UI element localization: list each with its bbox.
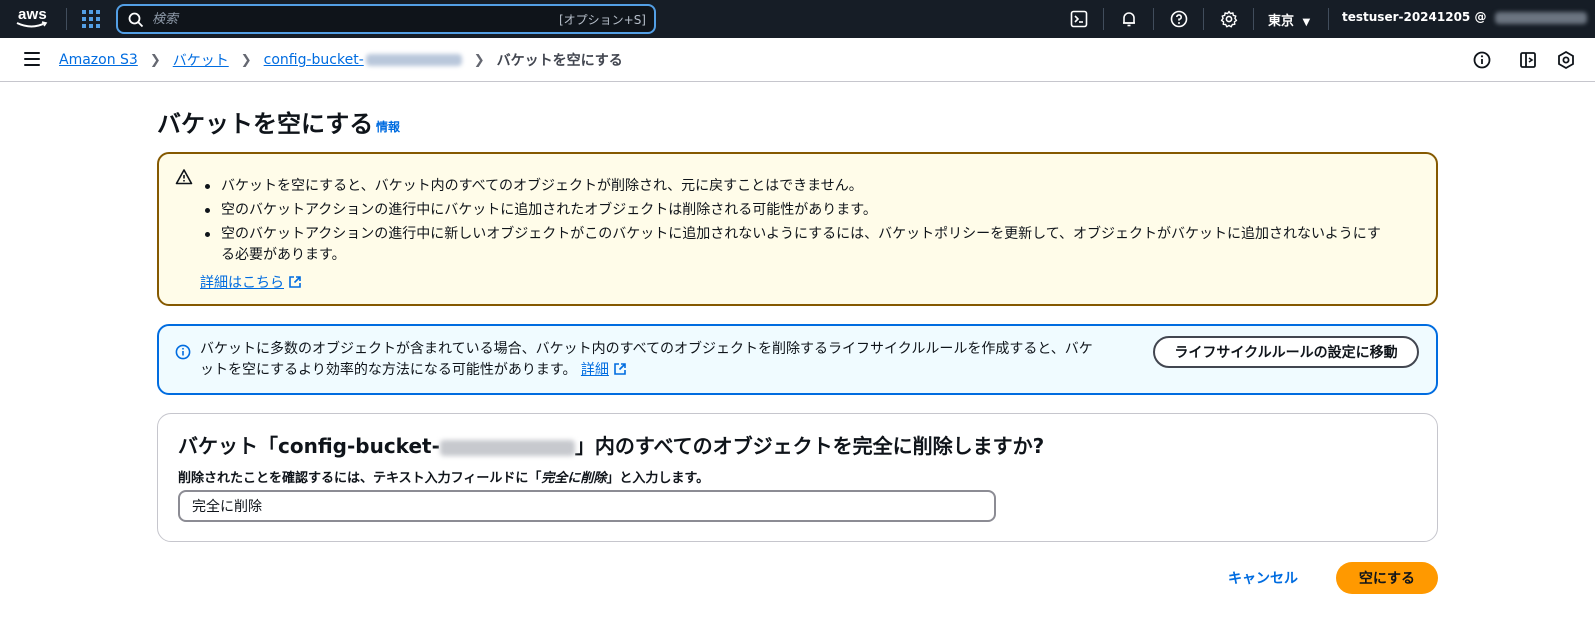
- confirm-heading-suffix: 」内のすべてのオブジェクトを完全に削除しますか?: [574, 434, 1045, 458]
- breadcrumb-amazon-s3[interactable]: Amazon S3: [59, 52, 138, 68]
- account-menu[interactable]: testuser-20241205 @ ▼: [1342, 10, 1595, 24]
- chevron-right-icon: ❯: [473, 52, 485, 68]
- cancel-button[interactable]: キャンセル: [1228, 568, 1298, 588]
- region-label: 東京: [1268, 14, 1295, 29]
- detail-link-label: 詳細: [580, 362, 609, 378]
- side-panel-icon[interactable]: [1518, 50, 1538, 70]
- hexagon-settings-icon[interactable]: [1556, 50, 1576, 70]
- warning-list: バケットを空にすると、バケット内のすべてのオブジェクトが削除され、元に戻すことは…: [203, 176, 1393, 269]
- services-grid-icon[interactable]: [82, 10, 100, 28]
- menu-icon[interactable]: [24, 52, 40, 66]
- breadcrumb: Amazon S3 ❯ バケット ❯ config-bucket- ❯ バケット…: [59, 50, 623, 70]
- breadcrumb-bucket-name[interactable]: config-bucket-: [264, 52, 462, 68]
- confirm-label: 削除されたことを確認するには、テキスト入力フィールドに「完全に削除」と入力します…: [178, 467, 709, 486]
- chevron-right-icon: ❯: [240, 52, 252, 68]
- warning-item: 空のバケットアクションの進行中に新しいオブジェクトがこのバケットに追加されないよ…: [203, 224, 1393, 266]
- breadcrumb-current: バケットを空にする: [496, 53, 623, 69]
- confirm-container: バケット「config-bucket- 」内のすべてのオブジェクトを完全に削除しま…: [157, 413, 1438, 542]
- confirm-keyword: 完全に削除: [541, 471, 607, 486]
- divider: [1153, 8, 1154, 30]
- caret-down-icon: ▼: [1302, 17, 1311, 28]
- region-selector[interactable]: 東京 ▼: [1268, 10, 1310, 29]
- redacted-bucket-suffix: [439, 439, 575, 456]
- confirm-label-prefix: 削除されたことを確認するには、テキスト入力フィールドに「: [178, 471, 542, 486]
- aws-logo[interactable]: aws: [14, 4, 52, 32]
- warning-item: バケットを空にすると、バケット内のすべてのオブジェクトが削除され、元に戻すことは…: [203, 176, 1393, 197]
- search-icon: [128, 12, 144, 28]
- chevron-right-icon: ❯: [149, 52, 161, 68]
- search-input[interactable]: [152, 9, 532, 29]
- info-message: バケットに多数のオブジェクトが含まれている場合、バケット内のすべてのオブジェクト…: [200, 341, 1093, 378]
- detail-link[interactable]: 詳細: [581, 362, 627, 378]
- aws-smile-icon: [16, 21, 48, 28]
- gear-icon[interactable]: [1218, 8, 1240, 30]
- info-alert: バケットに多数のオブジェクトが含まれている場合、バケット内のすべてのオブジェクト…: [157, 324, 1438, 395]
- warning-icon: [175, 169, 193, 185]
- help-icon[interactable]: [1168, 8, 1190, 30]
- warning-item: 空のバケットアクションの進行中にバケットに追加されたオブジェクトは削除される可能…: [203, 200, 1393, 221]
- lifecycle-rule-button[interactable]: ライフサイクルルールの設定に移動: [1153, 336, 1419, 368]
- divider: [1103, 8, 1104, 30]
- cloudshell-icon[interactable]: [1068, 8, 1090, 30]
- learn-more-label: 詳細はこちら: [200, 275, 284, 291]
- search-box[interactable]: [オプション+S]: [116, 4, 656, 34]
- bucket-name-prefix: config-bucket-: [263, 52, 364, 68]
- bell-icon[interactable]: [1118, 8, 1140, 30]
- breadcrumb-buckets[interactable]: バケット: [173, 50, 229, 70]
- top-navigation: aws [オプション+S] 東京 ▼ testuser-20241205 @: [0, 0, 1595, 38]
- breadcrumb-bar: Amazon S3 ❯ バケット ❯ config-bucket- ❯ バケット…: [0, 38, 1595, 82]
- warning-alert: バケットを空にすると、バケット内のすべてのオブジェクトが削除され、元に戻すことは…: [157, 152, 1438, 306]
- learn-more-link[interactable]: 詳細はこちら: [200, 272, 302, 292]
- search-shortcut: [オプション+S]: [558, 13, 646, 27]
- divider: [1253, 8, 1254, 30]
- info-icon: [175, 344, 191, 360]
- confirm-heading-prefix: バケット「config-bucket-: [178, 434, 440, 458]
- divider: [1328, 8, 1329, 30]
- info-text: バケットに多数のオブジェクトが含まれている場合、バケット内のすべてのオブジェクト…: [200, 339, 1100, 381]
- account-name: testuser-20241205 @: [1342, 10, 1487, 24]
- info-circle-icon[interactable]: [1472, 50, 1492, 70]
- confirm-label-suffix: 」と入力します。: [606, 471, 710, 486]
- redacted-bucket-suffix: [365, 54, 462, 66]
- empty-bucket-button[interactable]: 空にする: [1336, 562, 1438, 594]
- confirm-input[interactable]: [178, 490, 996, 522]
- redacted-account-id: [1494, 11, 1587, 24]
- divider: [1203, 8, 1204, 30]
- divider: [66, 8, 67, 30]
- info-link[interactable]: 情報: [376, 118, 400, 135]
- external-link-icon: [289, 276, 301, 288]
- page-title: バケットを空にする: [157, 110, 374, 138]
- external-link-icon: [614, 363, 626, 375]
- confirm-heading: バケット「config-bucket- 」内のすべてのオブジェクトを完全に削除しま…: [178, 430, 1044, 459]
